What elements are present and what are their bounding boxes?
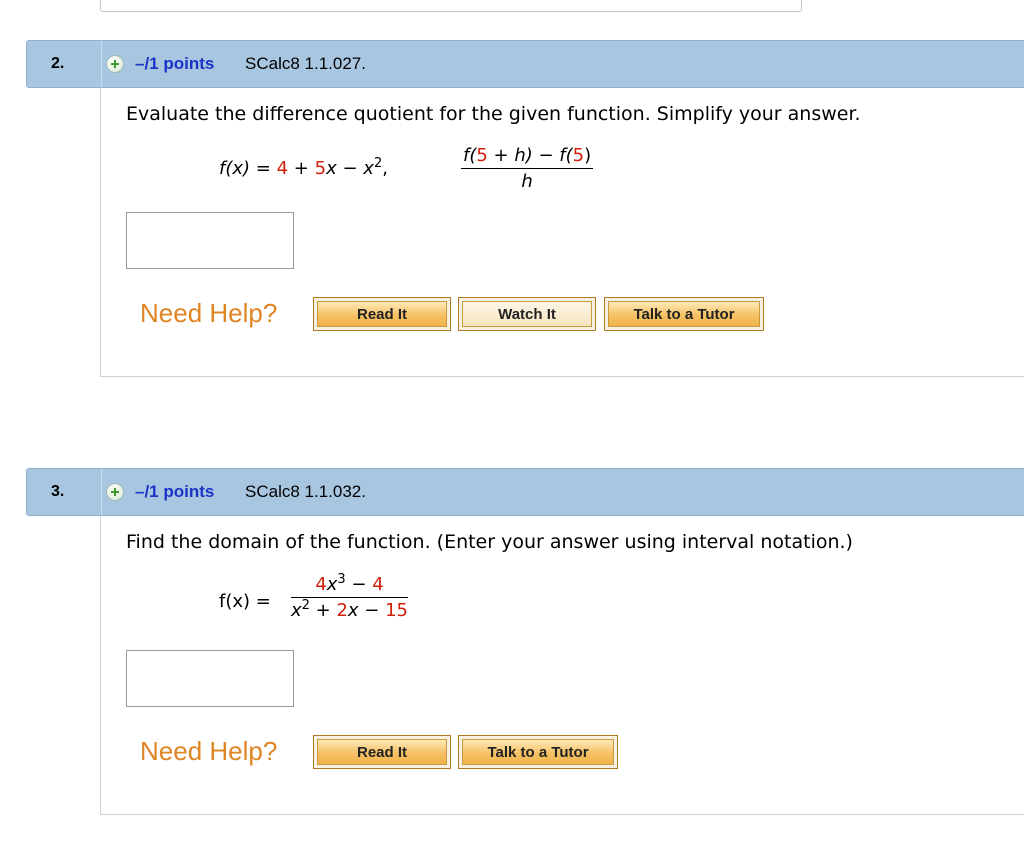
math-token: 4 [372,574,384,595]
math-token: 15 [385,600,409,621]
read-it-label: Read It [317,301,447,327]
read-it-button[interactable]: Read It [313,297,451,331]
function-definition: f(x) = 4 + 5x − x2, [219,156,388,179]
math-token: + [309,600,337,621]
function-name: f(x) = [219,591,271,612]
question-2-header: 2. –/1 points SCalc8 1.1.027. [26,40,1024,88]
previous-answer-box [100,0,802,12]
question-code: SCalc8 1.1.027. [245,54,366,73]
header-divider [101,41,102,87]
math-token: 4 [276,158,289,179]
header-divider [101,469,102,515]
question-prompt: Find the domain of the function. (Enter … [126,531,853,553]
math-token: 5 [572,145,585,166]
math-token: 5 [476,145,488,166]
question-number: 3. [51,483,65,500]
math-token: x [363,158,374,179]
talk-to-tutor-label: Talk to a Tutor [608,301,760,327]
question-prompt: Evaluate the difference quotient for the… [126,103,861,125]
talk-to-tutor-label: Talk to a Tutor [462,739,614,765]
math-token: = [255,158,271,179]
math-token: 5 [314,158,327,179]
answer-input[interactable] [126,650,294,707]
question-number: 2. [51,55,65,72]
math-token: , [382,158,388,179]
question-3-body: Find the domain of the function. (Enter … [100,516,1024,815]
math-token: x [326,574,338,595]
need-help-label: Need Help? [140,298,278,328]
function-definition: f(x) = [219,591,271,612]
math-token: x [326,158,337,179]
math-exponent: 3 [337,572,346,587]
math-token: 2 [336,600,348,621]
question-3-header: 3. –/1 points SCalc8 1.1.032. [26,468,1024,516]
math-token: − [342,158,358,179]
read-it-button[interactable]: Read It [313,735,451,769]
quotient-numerator: f(5 + h) − f(5) [461,145,594,169]
math-token: 4 [315,574,327,595]
talk-to-tutor-button[interactable]: Talk to a Tutor [604,297,764,331]
page: 2. –/1 points SCalc8 1.1.027. Evaluate t… [0,0,1024,849]
math-token: − [358,600,386,621]
talk-to-tutor-button[interactable]: Talk to a Tutor [458,735,618,769]
math-exponent: 2 [301,598,310,613]
fraction-numerator: 4x3 − 4 [291,572,409,598]
quotient-denominator: h [521,171,533,192]
rational-function: 4x3 − 4 x2 + 2x − 15 [291,572,409,621]
math-exponent: 2 [373,156,383,171]
read-it-label: Read It [317,739,447,765]
plus-icon[interactable] [106,483,124,501]
points-link[interactable]: –/1 points [135,482,214,502]
answer-input[interactable] [126,212,294,269]
function-name: f(x) [219,158,251,179]
math-token: ) [584,145,592,166]
difference-quotient: f(5 + h) − f(5) h [461,145,594,192]
plus-icon[interactable] [106,55,124,73]
need-help-label: Need Help? [140,736,278,766]
watch-it-label: Watch It [462,301,592,327]
math-token: + [293,158,309,179]
math-token: + h) − f( [487,145,573,166]
math-token: x [291,600,302,621]
watch-it-button[interactable]: Watch It [458,297,596,331]
math-token: x [347,600,359,621]
question-code: SCalc8 1.1.032. [245,482,366,501]
math-token: − [345,574,373,595]
fraction-denominator: x2 + 2x − 15 [291,598,408,621]
points-link[interactable]: –/1 points [135,54,214,74]
question-2-body: Evaluate the difference quotient for the… [100,88,1024,377]
math-token: f( [463,145,477,166]
